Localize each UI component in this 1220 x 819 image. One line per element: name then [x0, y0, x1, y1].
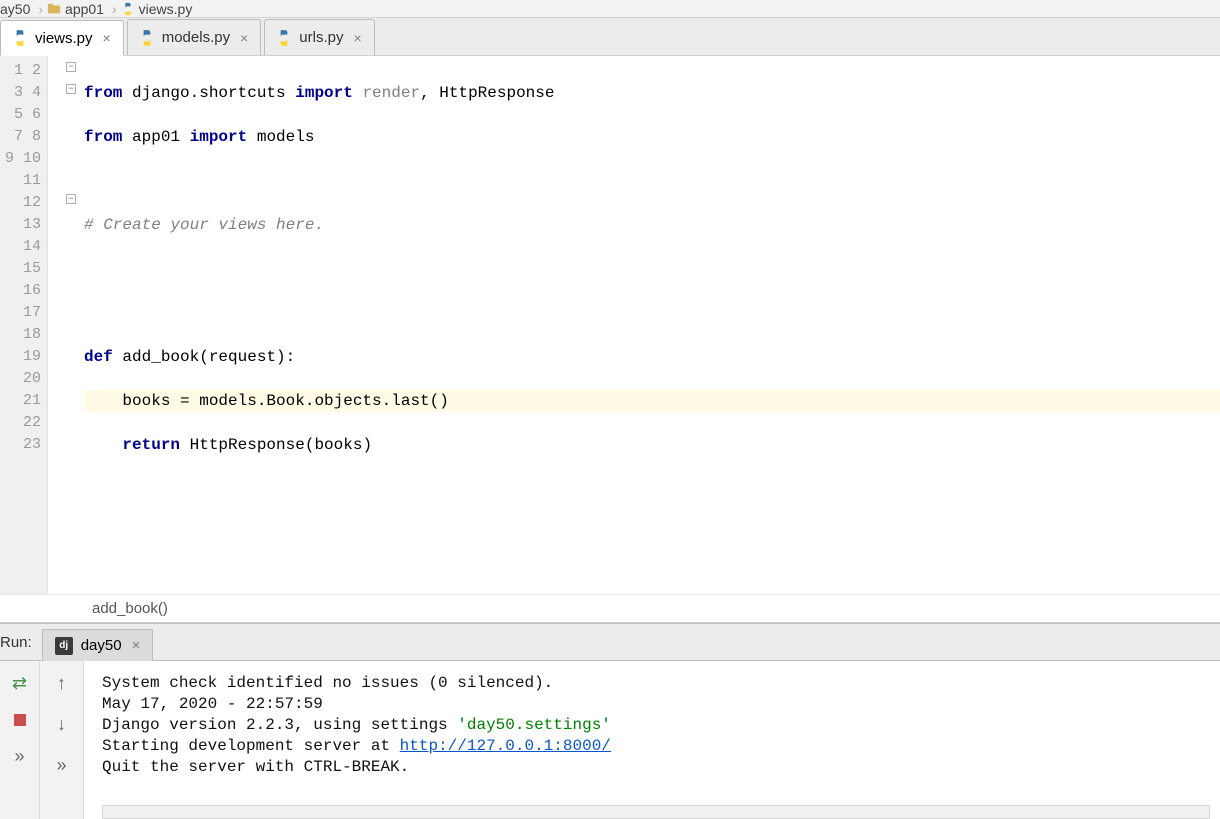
close-icon[interactable]: × [103, 30, 111, 46]
run-label: Run: [0, 634, 42, 651]
fold-column: − − − [48, 56, 84, 594]
tab-label: views.py [35, 30, 93, 47]
fold-toggle-icon[interactable]: − [66, 62, 76, 72]
more-icon[interactable]: » [56, 755, 66, 776]
code-editor[interactable]: 1 2 3 4 5 6 7 8 9 10 11 12 13 14 15 16 1… [0, 56, 1220, 623]
tab-label: urls.py [299, 29, 343, 46]
python-file-icon [275, 29, 293, 47]
scroll-down-icon[interactable]: ↓ [57, 714, 66, 735]
close-icon[interactable]: × [132, 637, 141, 654]
run-toolwindow-header: Run: dj day50 × [0, 623, 1220, 661]
restart-icon[interactable]: ⇄ [12, 673, 27, 694]
run-config-tab[interactable]: dj day50 × [42, 629, 154, 661]
more-icon[interactable]: » [14, 746, 24, 767]
run-console: ⇄ » ↑ ↓ » System check identified no iss… [0, 661, 1220, 819]
run-config-name: day50 [81, 637, 122, 654]
close-icon[interactable]: × [353, 30, 361, 46]
tab-urls[interactable]: urls.py × [264, 19, 374, 55]
python-file-icon [121, 2, 135, 16]
tab-label: models.py [162, 29, 230, 46]
console-toolbar-left: ⇄ » [0, 661, 40, 819]
editor-tabs: views.py × models.py × urls.py × [0, 18, 1220, 56]
stop-icon[interactable] [14, 714, 26, 726]
fold-toggle-icon[interactable]: − [66, 84, 76, 94]
chevron-right-icon: › [112, 1, 117, 17]
console-toolbar-secondary: ↑ ↓ » [40, 661, 84, 819]
django-icon: dj [55, 637, 73, 655]
python-file-icon [11, 29, 29, 47]
folder-icon [47, 2, 61, 16]
tab-views[interactable]: views.py × [0, 20, 124, 56]
tab-models[interactable]: models.py × [127, 19, 262, 55]
current-line: books = models.Book.objects.last() [84, 390, 1220, 412]
scroll-up-icon[interactable]: ↑ [57, 673, 66, 694]
breadcrumb-seg-app[interactable]: app01 [47, 1, 104, 17]
code-context-breadcrumb[interactable]: add_book() [0, 594, 1220, 622]
console-line: May 17, 2020 - 22:57:59 [102, 695, 323, 713]
server-url-link[interactable]: http://127.0.0.1:8000/ [400, 737, 611, 755]
chevron-right-icon: › [38, 1, 43, 17]
horizontal-scrollbar[interactable] [102, 805, 1210, 819]
console-output[interactable]: System check identified no issues (0 sil… [84, 661, 1220, 819]
fold-toggle-icon[interactable]: − [66, 194, 76, 204]
breadcrumb-seg-project[interactable]: ay50 [0, 1, 30, 17]
console-line: System check identified no issues (0 sil… [102, 674, 553, 692]
code-content[interactable]: from django.shortcuts import render, Htt… [84, 56, 1220, 594]
breadcrumb: ay50 › app01 › views.py [0, 0, 1220, 18]
console-line: Starting development server at http://12… [102, 737, 611, 755]
close-icon[interactable]: × [240, 30, 248, 46]
line-number-gutter: 1 2 3 4 5 6 7 8 9 10 11 12 13 14 15 16 1… [0, 56, 48, 594]
python-file-icon [138, 29, 156, 47]
console-line: Django version 2.2.3, using settings 'da… [102, 716, 611, 734]
breadcrumb-seg-file[interactable]: views.py [121, 1, 193, 17]
console-line: Quit the server with CTRL-BREAK. [102, 758, 409, 776]
